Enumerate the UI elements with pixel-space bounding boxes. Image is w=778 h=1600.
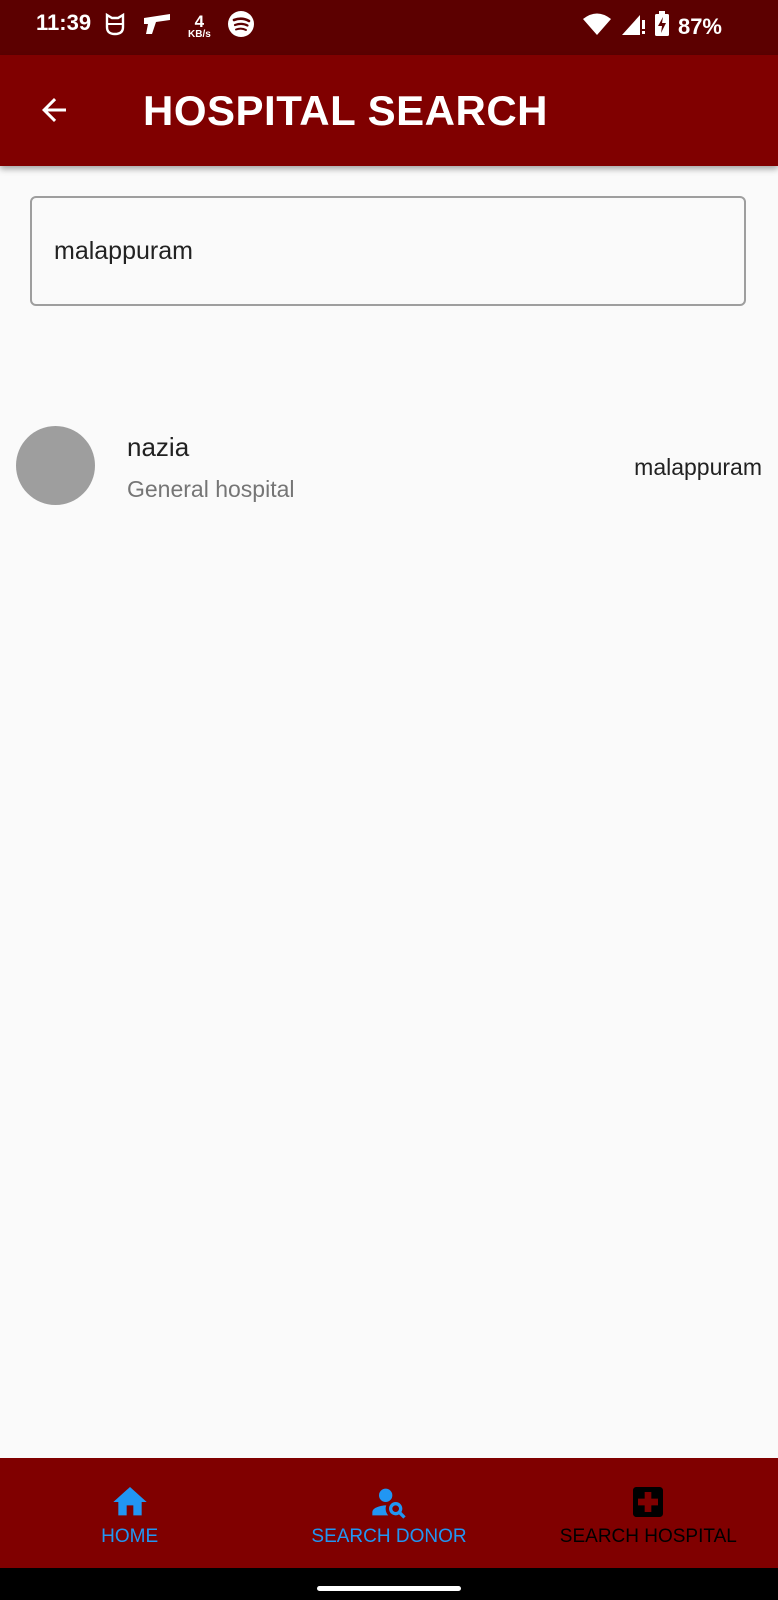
battery-charging-icon xyxy=(654,11,670,42)
app-bar: HOSPITAL SEARCH xyxy=(0,55,778,166)
network-speed-icon: 4 KB/s xyxy=(188,13,211,40)
hospital-icon xyxy=(628,1482,668,1522)
person-search-icon xyxy=(369,1482,409,1522)
page-title: HOSPITAL SEARCH xyxy=(143,87,548,134)
network-speed-unit: KB/s xyxy=(188,29,211,40)
nav-item-search-donor[interactable]: SEARCH DONOR xyxy=(259,1458,518,1568)
nav-label-home: HOME xyxy=(101,1526,159,1547)
bottom-nav: HOME SEARCH DONOR SEARCH HOSPITAL xyxy=(0,1458,778,1568)
status-icons-right: 87% xyxy=(582,11,722,42)
back-button[interactable] xyxy=(30,86,78,134)
list-item-location: malappuram xyxy=(634,454,762,480)
wifi-icon xyxy=(582,12,612,41)
cell-signal-icon xyxy=(620,12,646,41)
network-speed-value: 4 xyxy=(194,12,205,31)
nav-label-search-hospital: SEARCH HOSPITAL xyxy=(559,1526,737,1547)
status-icons-left: 4 KB/s xyxy=(104,10,255,43)
nav-item-search-hospital[interactable]: SEARCH HOSPITAL xyxy=(519,1458,778,1568)
arrow-back-icon xyxy=(42,98,66,122)
search-input[interactable] xyxy=(30,196,746,306)
cat-face-icon xyxy=(104,12,126,41)
home-icon xyxy=(110,1482,150,1522)
status-bar: 11:39 4 KB/s 87% xyxy=(0,0,778,55)
nav-item-home[interactable]: HOME xyxy=(0,1458,259,1568)
list-item[interactable]: nazia General hospital malappuram xyxy=(0,410,778,522)
list-item-subtitle: General hospital xyxy=(127,476,295,502)
nav-label-search-donor: SEARCH DONOR xyxy=(311,1526,467,1547)
status-time: 11:39 xyxy=(36,10,92,35)
home-gesture-handle[interactable] xyxy=(317,1586,461,1591)
battery-percent: 87% xyxy=(677,13,722,39)
avatar xyxy=(16,426,95,505)
gun-icon xyxy=(142,12,172,41)
gesture-area xyxy=(0,1568,778,1600)
spotify-icon xyxy=(227,10,255,43)
list-item-title: nazia xyxy=(127,432,190,462)
